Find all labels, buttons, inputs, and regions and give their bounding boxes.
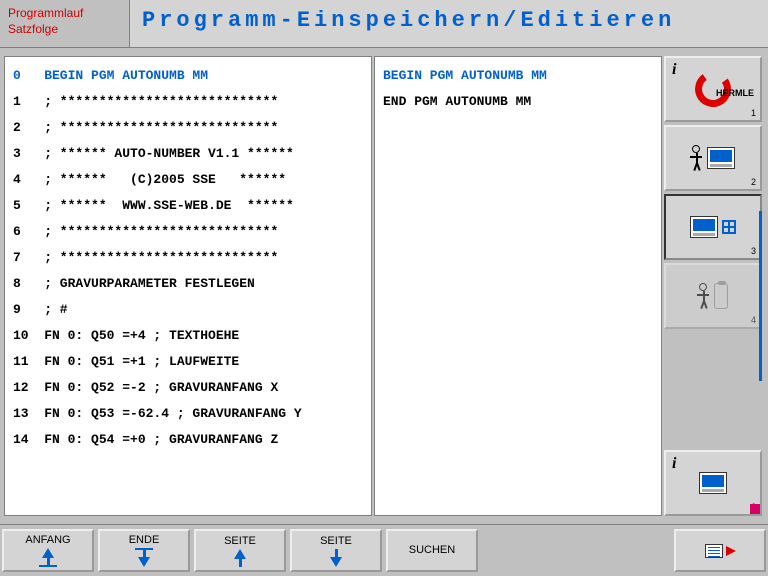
- list-icon: [705, 544, 723, 558]
- code-line[interactable]: 6 ; ****************************: [13, 219, 363, 245]
- main-area: 0 BEGIN PGM AUTONUMB MM1 ; *************…: [0, 48, 768, 518]
- side-toolbar: i HERMLE 1 2 3 4: [664, 56, 762, 516]
- grid-icon: [722, 220, 736, 234]
- canister-icon: [714, 283, 728, 309]
- header-bar: Programmlauf Satzfolge Programm-Einspeic…: [0, 0, 768, 48]
- code-line[interactable]: BEGIN PGM AUTONUMB MM: [383, 63, 653, 89]
- monitor-icon: [690, 216, 718, 238]
- code-line[interactable]: 9 ; #: [13, 297, 363, 323]
- softkey-screen-layout[interactable]: [674, 529, 766, 572]
- code-line[interactable]: 14 FN 0: Q54 =+0 ; GRAVURANFANG Z: [13, 427, 363, 453]
- softkey-bar: ANFANG ENDE SEITE SEITE SUCHEN: [0, 524, 768, 576]
- monitor-icon: [699, 472, 727, 494]
- code-line[interactable]: 11 FN 0: Q51 =+1 ; LAUFWEITE: [13, 349, 363, 375]
- code-line[interactable]: 3 ; ****** AUTO-NUMBER V1.1 ******: [13, 141, 363, 167]
- oem-hermle-button[interactable]: i HERMLE 1: [664, 56, 762, 122]
- softkey-seite-down[interactable]: SEITE: [290, 529, 382, 572]
- code-line[interactable]: 13 FN 0: Q53 =-62.4 ; GRAVURANFANG Y: [13, 401, 363, 427]
- info-icon: i: [672, 61, 676, 79]
- code-line[interactable]: 5 ; ****** WWW.SSE-WEB.DE ******: [13, 193, 363, 219]
- info-icon: i: [672, 455, 676, 473]
- softkey-ende[interactable]: ENDE: [98, 529, 190, 572]
- arrow-up-bar-icon: [39, 548, 57, 567]
- status-indicator-icon: [750, 504, 760, 514]
- arrow-right-icon: [726, 546, 736, 556]
- mode-indicator: Programmlauf Satzfolge: [0, 0, 130, 47]
- code-line[interactable]: 8 ; GRAVURPARAMETER FESTLEGEN: [13, 271, 363, 297]
- code-line[interactable]: 2 ; ****************************: [13, 115, 363, 141]
- softkey-anfang[interactable]: ANFANG: [2, 529, 94, 572]
- arrow-down-icon: [330, 549, 342, 567]
- code-line[interactable]: 12 FN 0: Q52 =-2 ; GRAVURANFANG X: [13, 375, 363, 401]
- code-line[interactable]: 4 ; ****** (C)2005 SSE ******: [13, 167, 363, 193]
- arrow-down-bar-icon: [135, 548, 153, 567]
- mode-test-run-button[interactable]: 4: [664, 263, 762, 329]
- softkey-suchen[interactable]: SUCHEN: [386, 529, 478, 572]
- code-line[interactable]: 7 ; ****************************: [13, 245, 363, 271]
- program-listing-left[interactable]: 0 BEGIN PGM AUTONUMB MM1 ; *************…: [4, 56, 372, 516]
- mode-manual-button[interactable]: 2: [664, 125, 762, 191]
- arrow-up-icon: [234, 549, 246, 567]
- monitor-icon: [707, 147, 735, 169]
- mode-line-1: Programmlauf: [8, 6, 121, 22]
- code-line[interactable]: 10 FN 0: Q50 =+4 ; TEXTHOEHE: [13, 323, 363, 349]
- mode-program-run-button[interactable]: 3: [664, 194, 762, 260]
- program-listing-right[interactable]: BEGIN PGM AUTONUMB MMEND PGM AUTONUMB MM: [374, 56, 662, 516]
- operator-icon: [691, 145, 703, 171]
- info-machine-button[interactable]: i 6: [664, 450, 762, 516]
- code-line[interactable]: END PGM AUTONUMB MM: [383, 89, 653, 115]
- active-group-indicator: [759, 211, 762, 381]
- softkey-7-empty: [578, 529, 670, 572]
- code-line[interactable]: 0 BEGIN PGM AUTONUMB MM: [13, 63, 363, 89]
- page-title: Programm-Einspeichern/Editieren: [130, 0, 768, 47]
- code-line[interactable]: 1 ; ****************************: [13, 89, 363, 115]
- softkey-6-empty: [482, 529, 574, 572]
- hermle-label: HERMLE: [716, 88, 754, 98]
- softkey-seite-up[interactable]: SEITE: [194, 529, 286, 572]
- mode-line-2: Satzfolge: [8, 22, 121, 38]
- operator-icon: [698, 283, 710, 309]
